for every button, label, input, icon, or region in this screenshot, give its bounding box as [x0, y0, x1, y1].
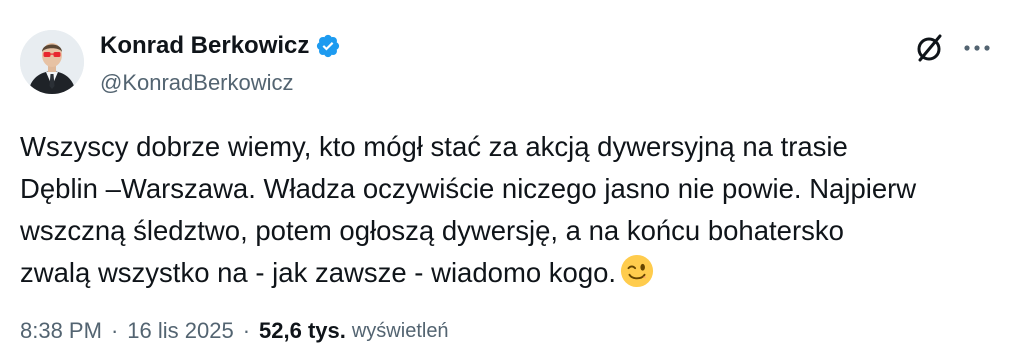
more-horizontal-icon[interactable]	[960, 34, 994, 62]
author-handle[interactable]: @KonradBerkowicz	[100, 70, 294, 96]
tweet-time[interactable]: 8:38 PM	[20, 318, 102, 344]
grok-icon[interactable]	[912, 31, 946, 65]
views-count[interactable]: 52,6 tys.	[259, 318, 346, 344]
tweet-text-line: Wszyscy dobrze wiemy, kto mógł stać za a…	[20, 131, 848, 162]
meta-separator: ·	[110, 318, 119, 343]
tweet-text-line: wszczną śledztwo, potem ogłoszą dywersję…	[20, 215, 844, 246]
tweet-date[interactable]: 16 lis 2025	[127, 318, 233, 344]
winking-face-emoji	[621, 254, 654, 288]
tweet-text-line-content: zwalą wszystko na - jak zawsze - wiadomo…	[20, 257, 617, 288]
tweet-text-line-last: zwalą wszystko na - jak zawsze - wiadomo…	[20, 252, 1000, 294]
tweet-card: Konrad Berkowicz @KonradBerkowicz Wszysc…	[0, 0, 1024, 364]
views-label: wyświetleń	[351, 319, 449, 342]
tweet-text-line: Dęblin –Warszawa. Władza oczywiście nicz…	[20, 173, 917, 204]
verified-badge-icon[interactable]	[315, 33, 341, 59]
tweet-meta: 8:38 PM · 16 lis 2025 · 52,6 tys. wyświe…	[20, 316, 449, 346]
meta-separator: ·	[242, 318, 251, 343]
avatar-photo	[20, 30, 84, 94]
author-name-row: Konrad Berkowicz	[100, 32, 341, 60]
avatar[interactable]	[20, 30, 84, 94]
author-display-name[interactable]: Konrad Berkowicz	[100, 32, 309, 60]
tweet-text: Wszyscy dobrze wiemy, kto mógł stać za a…	[20, 126, 1000, 294]
